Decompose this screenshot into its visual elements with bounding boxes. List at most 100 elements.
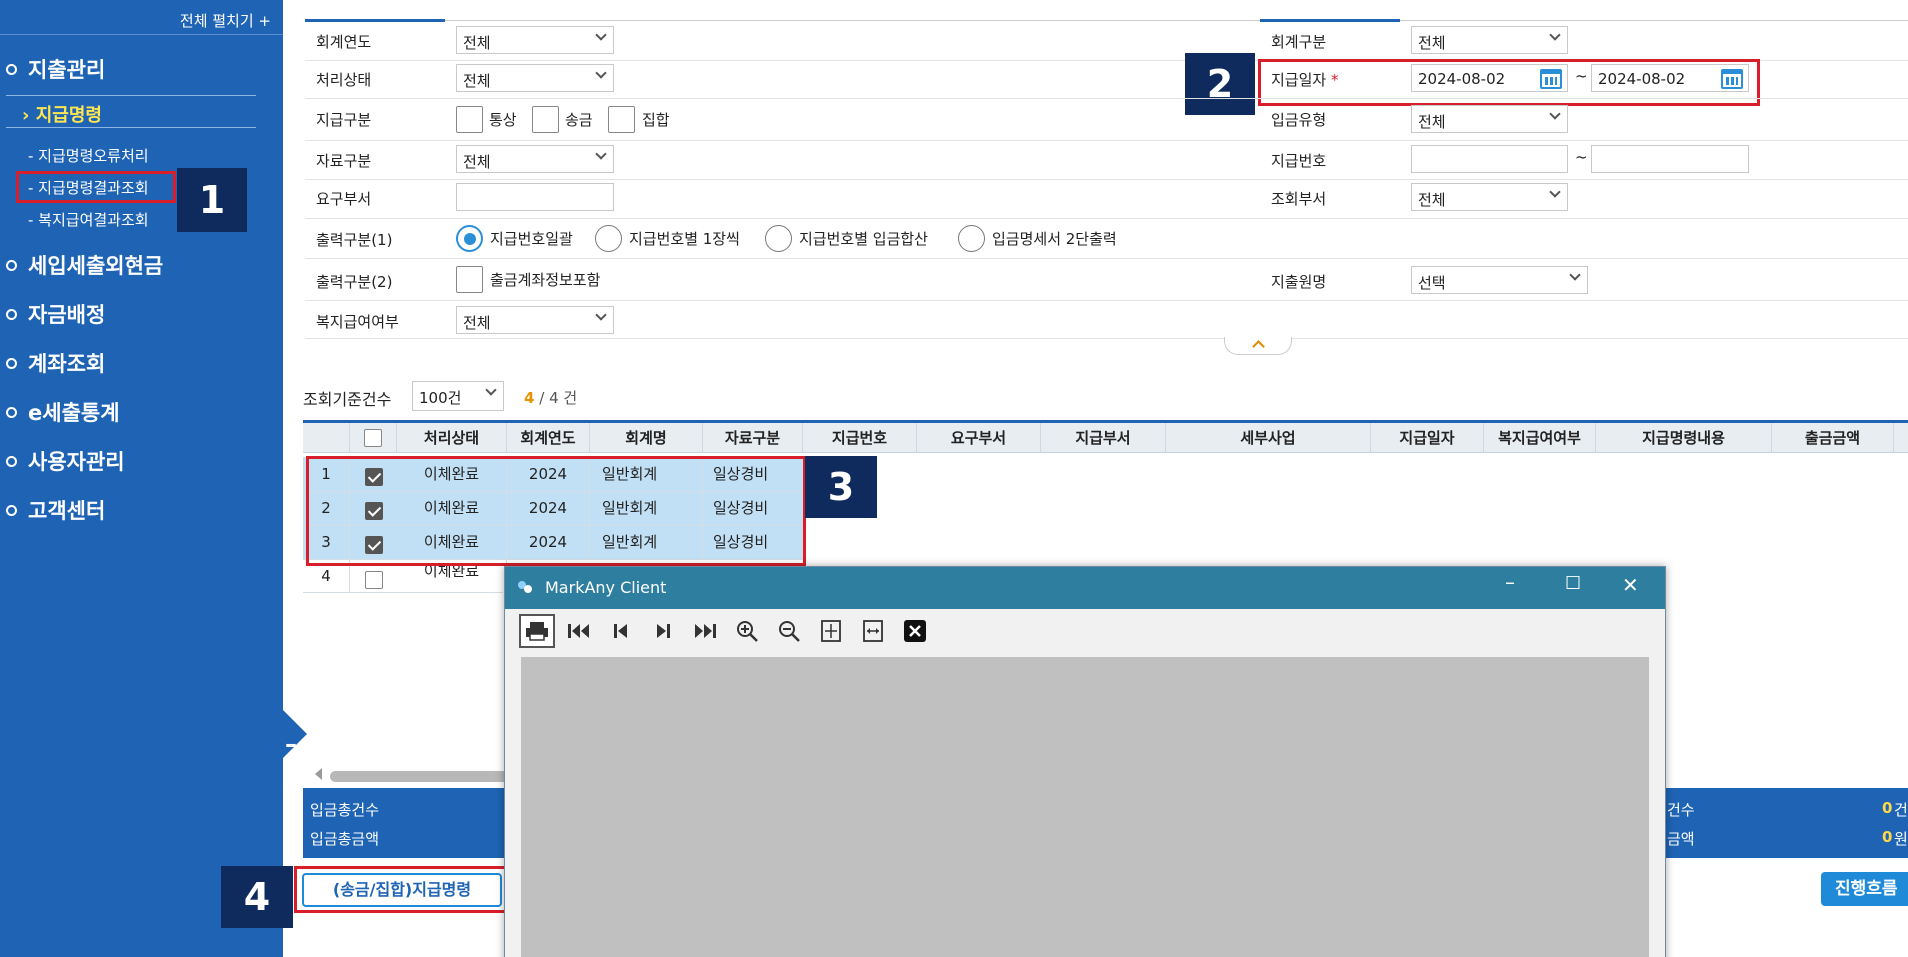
select-account-type[interactable]: 전체 bbox=[1411, 26, 1568, 54]
horizontal-scrollbar[interactable] bbox=[330, 771, 510, 782]
radio-output1-2col[interactable] bbox=[958, 225, 985, 252]
menu-label: 자금배정 bbox=[28, 303, 106, 327]
document-preview-area[interactable] bbox=[521, 657, 1649, 957]
header-kind[interactable]: 자료구분 bbox=[703, 423, 803, 453]
result-count: 4 / 4 건 bbox=[524, 387, 577, 408]
callout-badge-3: 3 bbox=[805, 456, 877, 518]
circle-bullet-icon bbox=[6, 357, 17, 369]
menu-label: e세출통계 bbox=[28, 401, 120, 425]
select-value: 선택 bbox=[1418, 274, 1446, 292]
menu-support[interactable]: 고객센터 bbox=[6, 495, 105, 525]
divider bbox=[305, 140, 1908, 141]
right-amount-unit: 원 bbox=[1894, 830, 1908, 848]
chevron-down-icon bbox=[1569, 269, 1581, 281]
submenu-pay-order[interactable]: › 지급명령 bbox=[22, 101, 102, 127]
minimize-icon[interactable]: – bbox=[1505, 570, 1515, 594]
header-welfare[interactable]: 복지급여여부 bbox=[1484, 423, 1596, 453]
checkbox-remit[interactable] bbox=[532, 106, 559, 133]
select-value: 전체 bbox=[463, 314, 491, 332]
chevron-down-icon bbox=[1549, 29, 1561, 41]
label-output2: 출력구분(2) bbox=[316, 273, 393, 291]
select-welfare[interactable]: 전체 bbox=[456, 306, 614, 334]
fit-width-icon[interactable] bbox=[855, 614, 891, 648]
label-data-type: 자료구분 bbox=[316, 152, 372, 170]
radio-output1-batch[interactable] bbox=[456, 225, 483, 252]
scroll-left-icon[interactable] bbox=[315, 768, 322, 780]
radio-output1-sum[interactable] bbox=[765, 225, 792, 252]
header-amount[interactable]: 출금금액 bbox=[1772, 423, 1894, 453]
label-deposit-count: 입금총건수 bbox=[310, 801, 380, 819]
header-pay-dept[interactable]: 지급부서 bbox=[1041, 423, 1166, 453]
checkbox-bulk[interactable] bbox=[608, 106, 635, 133]
select-deposit-type[interactable]: 전체 bbox=[1411, 105, 1568, 133]
checkbox-label: 송금 bbox=[565, 111, 593, 129]
radio-label: 지급번호일괄 bbox=[490, 230, 573, 248]
input-req-dept[interactable] bbox=[456, 183, 614, 211]
divider bbox=[1260, 19, 1400, 22]
count-unit: 건 bbox=[563, 389, 578, 407]
checkbox-regular[interactable] bbox=[456, 106, 483, 133]
select-query-dept[interactable]: 전체 bbox=[1411, 183, 1568, 211]
select-count[interactable]: 100건 bbox=[412, 381, 504, 411]
label-fiscal-year: 회계연도 bbox=[316, 33, 372, 51]
first-page-icon[interactable] bbox=[561, 614, 597, 648]
chevron-down-icon bbox=[595, 29, 607, 41]
header-pay-no[interactable]: 지급번호 bbox=[803, 423, 917, 453]
header-year[interactable]: 회계연도 bbox=[507, 423, 590, 453]
close-icon[interactable]: ✕ bbox=[1622, 573, 1639, 597]
menu-users[interactable]: 사용자관리 bbox=[6, 446, 125, 476]
expand-all-link[interactable]: 전체 펼치기 + bbox=[180, 10, 271, 31]
leaf-welfare-result[interactable]: - 복지급여결과조회 bbox=[28, 209, 149, 230]
maximize-icon[interactable]: ☐ bbox=[1565, 573, 1581, 594]
select-fiscal-year[interactable]: 전체 bbox=[456, 26, 614, 54]
count-total: 4 bbox=[549, 389, 559, 407]
zoom-in-icon[interactable] bbox=[729, 614, 765, 648]
count-current: 4 bbox=[524, 389, 535, 407]
prev-page-icon[interactable] bbox=[603, 614, 639, 648]
close-viewer-icon[interactable] bbox=[897, 614, 933, 648]
menu-expenditure[interactable]: 지출관리 bbox=[6, 54, 105, 84]
header-status[interactable]: 처리상태 bbox=[397, 423, 507, 453]
header-acct[interactable]: 회계명 bbox=[590, 423, 703, 453]
divider bbox=[305, 258, 1908, 259]
select-disburse[interactable]: 선택 bbox=[1411, 266, 1588, 294]
select-value: 전체 bbox=[1418, 113, 1446, 131]
label-deposit-amount: 입금총금액 bbox=[310, 830, 380, 848]
radio-output1-each[interactable] bbox=[595, 225, 622, 252]
header-project[interactable]: 세부사업 bbox=[1166, 423, 1371, 453]
row-checkbox[interactable] bbox=[365, 571, 383, 589]
header-checkbox bbox=[350, 423, 397, 453]
select-data-type[interactable]: 전체 bbox=[456, 145, 614, 173]
menu-stats[interactable]: e세출통계 bbox=[6, 397, 120, 427]
window-titlebar[interactable]: MarkAny Client – ☐ ✕ bbox=[505, 567, 1665, 609]
divider bbox=[305, 20, 1908, 21]
menu-cash[interactable]: 세입세출외현금 bbox=[6, 250, 163, 280]
select-status[interactable]: 전체 bbox=[456, 64, 614, 92]
header-req-dept[interactable]: 요구부서 bbox=[917, 423, 1041, 453]
header-content[interactable]: 지급명령내용 bbox=[1596, 423, 1772, 453]
next-page-icon[interactable] bbox=[645, 614, 681, 648]
zoom-out-icon[interactable] bbox=[771, 614, 807, 648]
count-sep: / bbox=[539, 389, 545, 407]
progress-flow-button[interactable]: 진행흐름 bbox=[1821, 872, 1908, 906]
checkbox-include-account[interactable] bbox=[456, 266, 483, 293]
select-all-checkbox[interactable] bbox=[364, 429, 382, 447]
sidebar: 전체 펼치기 + 지출관리 › 지급명령 - 지급명령오류처리 - 지급명령결과… bbox=[0, 0, 283, 957]
divider bbox=[305, 338, 1908, 339]
header-pay-date[interactable]: 지급일자 bbox=[1371, 423, 1484, 453]
divider bbox=[6, 127, 256, 128]
label-count: 조회기준건수 bbox=[303, 390, 392, 409]
fit-page-icon[interactable] bbox=[813, 614, 849, 648]
input-pay-no-from[interactable] bbox=[1411, 145, 1568, 173]
menu-account[interactable]: 계좌조회 bbox=[6, 348, 105, 378]
circle-bullet-icon bbox=[6, 308, 17, 320]
select-value: 전체 bbox=[463, 72, 491, 90]
menu-fund[interactable]: 자금배정 bbox=[6, 299, 105, 329]
chevron-down-icon bbox=[1549, 108, 1561, 120]
circle-bullet-icon bbox=[6, 455, 17, 467]
input-pay-no-to[interactable] bbox=[1591, 145, 1749, 173]
last-page-icon[interactable] bbox=[687, 614, 723, 648]
print-icon[interactable] bbox=[519, 614, 555, 648]
collapse-form-toggle[interactable] bbox=[1224, 337, 1292, 355]
leaf-pay-error[interactable]: - 지급명령오류처리 bbox=[28, 145, 149, 166]
